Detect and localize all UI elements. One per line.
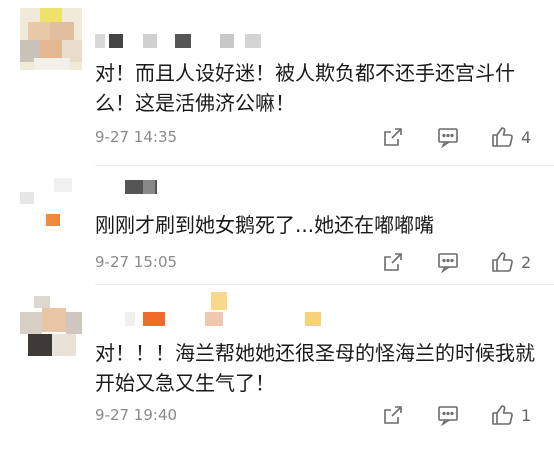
- avatar[interactable]: [20, 294, 82, 356]
- comment-text: 刚刚才刷到她女鹅死了...她还在嘟嘟嘴: [95, 213, 435, 237]
- user-badge: [211, 292, 227, 310]
- comment-item: 刚刚才刷到她女鹅死了...她还在嘟嘟嘴 9-27 15:05 2: [0, 168, 554, 288]
- like-count: 1: [521, 406, 532, 425]
- comment-meta: 9-27 14:35 4: [95, 126, 545, 150]
- like-count: 4: [521, 128, 532, 147]
- username[interactable]: [95, 312, 335, 326]
- divider: [95, 165, 554, 166]
- share-icon[interactable]: [382, 126, 404, 148]
- username[interactable]: [95, 34, 285, 48]
- comment-item: 对！！！海兰帮她她还很圣母的怪海兰的时候我就开始又急又生气了！ 9-27 19:…: [0, 288, 554, 454]
- thumbs-up-icon[interactable]: [491, 404, 515, 426]
- like-count: 2: [521, 253, 532, 272]
- comment-icon[interactable]: [437, 251, 459, 273]
- comment-item: 对！而且人设好迷！被人欺负都不还手还宫斗什么！这是活佛济公嘛！ 9-27 14:…: [0, 0, 554, 160]
- comment-text: 对！而且人设好迷！被人欺负都不还手还宫斗什么！这是活佛济公嘛！: [95, 61, 515, 115]
- username[interactable]: [95, 180, 175, 194]
- comment-time: 9-27 14:35: [95, 128, 178, 146]
- comment-time: 9-27 19:40: [95, 406, 178, 424]
- comment-icon[interactable]: [437, 126, 459, 148]
- comment-time: 9-27 15:05: [95, 253, 178, 271]
- comment-icon[interactable]: [437, 404, 459, 426]
- share-icon[interactable]: [382, 251, 404, 273]
- comment-meta: 9-27 15:05 2: [95, 251, 545, 275]
- user-badge: [46, 214, 60, 226]
- divider: [95, 284, 554, 285]
- comment-meta: 9-27 19:40 1: [95, 404, 545, 428]
- avatar[interactable]: [20, 8, 82, 70]
- thumbs-up-icon[interactable]: [491, 126, 515, 148]
- share-icon[interactable]: [382, 404, 404, 426]
- thumbs-up-icon[interactable]: [491, 251, 515, 273]
- comment-text: 对！！！海兰帮她她还很圣母的怪海兰的时候我就开始又急又生气了！: [95, 341, 535, 395]
